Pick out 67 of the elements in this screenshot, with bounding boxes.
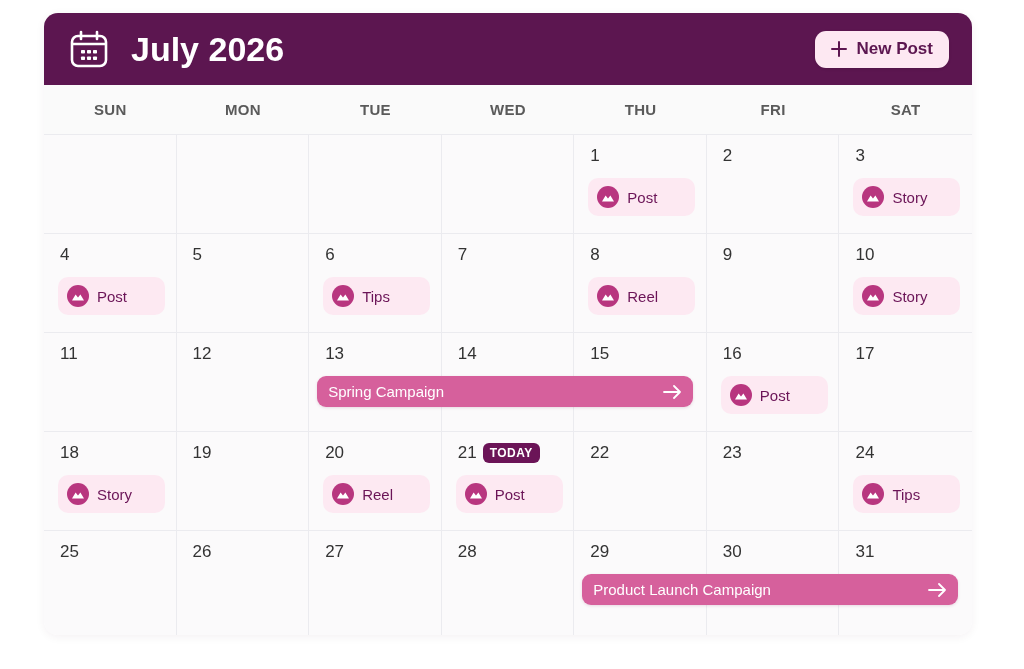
date-number: 3 [855,146,865,166]
arrow-right-icon [928,582,946,597]
date-number: 12 [192,344,212,364]
post-chip[interactable]: Story [58,475,165,513]
weekday-label: MON [224,101,261,118]
post-chip[interactable]: Post [588,178,696,216]
post-chip[interactable]: Post [455,475,563,513]
date-number: 20 [325,443,345,463]
date-number: 29 [590,542,610,562]
date-number: 26 [192,542,212,562]
post-chip[interactable]: Story [853,178,961,216]
date-number: 8 [590,245,600,265]
image-icon [862,483,885,505]
date-number: 10 [855,245,875,265]
post-chip[interactable]: Reel [588,277,696,315]
date-number: 11 [60,344,78,364]
post-chip[interactable]: Story [853,277,961,315]
today-badge: TODAY [482,443,540,463]
date-number: 28 [457,542,477,562]
date-number: 9 [722,245,733,265]
date-number: 22 [590,443,610,463]
date-number: 4 [60,245,70,265]
image-icon [597,285,620,307]
date-number: 16 [722,344,742,364]
weekday-label: SAT [890,101,921,118]
date-number: 31 [855,542,875,562]
date-number: 17 [855,344,875,364]
post-chip[interactable]: Reel [323,475,431,513]
date-number: 7 [457,245,468,265]
post-chip[interactable]: Tips [853,475,961,513]
month-title: July 2026 [131,29,285,69]
image-icon [729,384,752,406]
new-post-button[interactable]: New Post [815,30,949,68]
date-number: 21 [457,443,477,463]
date-number: 18 [60,443,79,463]
date-number: 24 [855,443,875,463]
date-number: 5 [192,245,203,265]
weekday-label: TUE [359,101,391,118]
weekday-label: FRI [760,101,786,118]
date-number: 13 [325,344,345,364]
weekday-label: SUN [94,101,127,118]
image-icon [67,483,89,505]
calendar-icon [70,30,108,68]
image-icon [862,285,885,307]
weekday-label: WED [490,101,526,118]
image-icon [67,285,89,307]
image-icon [332,483,355,505]
date-number: 25 [60,542,79,562]
weekday-label: THU [624,101,657,118]
date-number: 30 [722,542,742,562]
date-number: 1 [590,146,600,166]
date-number: 14 [457,344,477,364]
plus-icon [831,41,848,57]
post-chip[interactable]: Post [58,277,165,315]
date-number: 27 [325,542,345,562]
date-number: 15 [590,344,610,364]
image-icon [597,186,620,208]
image-icon [862,186,885,208]
image-icon [464,483,487,505]
date-number: 6 [325,245,335,265]
post-chip[interactable]: Tips [323,277,431,315]
arrow-right-icon [662,384,681,399]
image-icon [332,285,355,307]
date-number: 23 [722,443,742,463]
date-number: 2 [722,146,733,166]
date-number: 19 [192,443,212,463]
post-chip[interactable]: Post [720,376,828,414]
